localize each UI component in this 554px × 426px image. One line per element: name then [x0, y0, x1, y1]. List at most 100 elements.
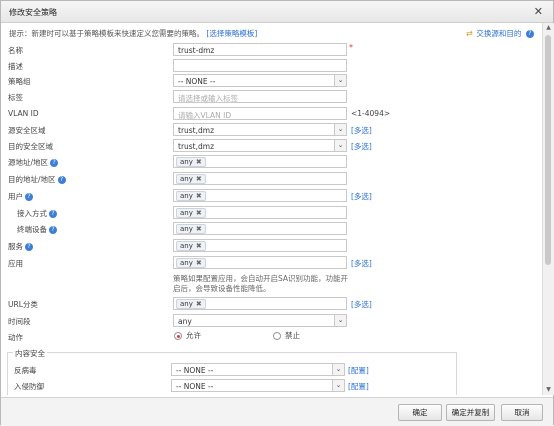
- terminal-label-text: 终端设备: [17, 225, 47, 234]
- vertical-scrollbar[interactable]: ▲ ▼: [542, 23, 554, 395]
- tag-label: 标签: [8, 93, 23, 102]
- antivirus-select[interactable]: -- NONE -- ⌄: [171, 363, 345, 376]
- chevron-down-icon[interactable]: ⌄: [334, 75, 346, 86]
- action-label: 动作: [8, 333, 23, 342]
- row-src-zone: 源安全区域 trust,dmz ⌄ [多选]: [1, 123, 542, 138]
- help-icon[interactable]: ?: [50, 159, 59, 167]
- radio-selected-icon: [174, 331, 182, 340]
- required-mark: *: [349, 43, 353, 52]
- service-tag: any ✖: [176, 241, 206, 251]
- app-note: 策略如果配置应用，会自动开启SA识别功能，功能开启后，会导致设备性能降低。: [173, 274, 349, 293]
- ok-button[interactable]: 确定: [398, 404, 442, 421]
- help-icon[interactable]: ?: [57, 176, 66, 184]
- name-input[interactable]: trust-dmz: [173, 43, 347, 56]
- user-tag-text: any: [180, 192, 193, 200]
- chevron-down-icon[interactable]: ⌄: [334, 140, 346, 151]
- service-input[interactable]: any ✖: [173, 239, 347, 252]
- scroll-down-icon[interactable]: ▼: [543, 385, 554, 395]
- service-tag-text: any: [180, 242, 193, 250]
- url-tag: any ✖: [176, 299, 206, 309]
- app-input[interactable]: any ✖: [173, 256, 347, 269]
- user-input[interactable]: any ✖: [173, 189, 347, 202]
- select-template-link[interactable]: [选择策略模板]: [206, 29, 257, 38]
- access-tag-text: any: [180, 209, 193, 217]
- url-input[interactable]: any ✖: [173, 297, 347, 310]
- src-addr-tag-text: any: [180, 158, 193, 166]
- src-zone-multi-link[interactable]: [多选]: [351, 125, 372, 136]
- vlan-label: VLAN ID: [8, 109, 39, 118]
- row-time: 时间段 any ⌄: [1, 314, 542, 329]
- description-input[interactable]: [173, 59, 347, 72]
- remove-tag-icon[interactable]: ✖: [196, 259, 202, 267]
- row-tag: 标签 请选择或输入标签: [1, 90, 542, 105]
- remove-tag-icon[interactable]: ✖: [196, 225, 202, 233]
- time-select[interactable]: any ⌄: [173, 314, 347, 327]
- help-icon[interactable]: ?: [49, 210, 57, 218]
- chevron-down-icon[interactable]: ⌄: [334, 315, 346, 326]
- help-icon[interactable]: ?: [49, 226, 57, 234]
- help-icon[interactable]: ?: [525, 30, 534, 38]
- row-dst-addr: 目的地址/地区? any ✖: [1, 172, 542, 187]
- dst-addr-tag: any ✖: [176, 174, 206, 184]
- policy-group-select[interactable]: -- NONE -- ⌄: [173, 74, 347, 87]
- chevron-down-icon[interactable]: ⌄: [334, 124, 346, 135]
- chevron-down-icon[interactable]: ⌄: [332, 364, 344, 375]
- ips-config-link[interactable]: [配置]: [348, 381, 369, 392]
- ips-label: 入侵防御: [14, 382, 44, 391]
- dialog-titlebar: 修改安全策略 ✕: [1, 1, 553, 23]
- src-addr-label-text: 源地址/地区: [8, 158, 49, 167]
- scroll-up-icon[interactable]: ▲: [543, 23, 554, 33]
- antivirus-config-link[interactable]: [配置]: [348, 365, 369, 376]
- user-multi-link[interactable]: [多选]: [351, 191, 372, 202]
- remove-tag-icon[interactable]: ✖: [196, 300, 202, 308]
- dialog-footer: 确定 确定并复制 取消: [1, 397, 553, 426]
- row-user: 用户? any ✖ [多选]: [1, 189, 542, 204]
- action-deny-radio[interactable]: 禁止: [273, 330, 300, 341]
- tag-input[interactable]: 请选择或输入标签: [173, 90, 347, 103]
- hint-text: 提示：新建时可以基于策略模板来快速定义您需要的策略。 [选择策略模板]: [9, 28, 257, 39]
- ips-value: -- NONE --: [176, 382, 214, 391]
- help-icon[interactable]: ?: [25, 193, 33, 201]
- terminal-tag: any ✖: [176, 224, 206, 234]
- dst-zone-multi-link[interactable]: [多选]: [351, 141, 372, 152]
- access-tag: any ✖: [176, 208, 206, 218]
- url-multi-link[interactable]: [多选]: [351, 299, 372, 310]
- time-label: 时间段: [8, 317, 31, 326]
- user-tag: any ✖: [176, 191, 206, 201]
- ips-select[interactable]: -- NONE -- ⌄: [171, 379, 345, 392]
- access-input[interactable]: any ✖: [173, 206, 347, 219]
- dst-zone-select[interactable]: trust,dmz ⌄: [173, 139, 347, 152]
- cancel-button[interactable]: 取消: [501, 404, 543, 421]
- dst-addr-label: 目的地址/地区?: [8, 174, 66, 185]
- remove-tag-icon[interactable]: ✖: [196, 175, 202, 183]
- swap-src-dst-link[interactable]: ⇄ 交换源和目的 ?: [466, 28, 534, 39]
- app-multi-link[interactable]: [多选]: [351, 258, 372, 269]
- row-service: 服务? any ✖: [1, 239, 542, 254]
- remove-tag-icon[interactable]: ✖: [196, 158, 202, 166]
- ok-and-copy-button[interactable]: 确定并复制: [446, 404, 495, 421]
- row-description: 描述: [1, 59, 542, 74]
- chevron-down-icon[interactable]: ⌄: [332, 380, 344, 391]
- src-addr-input[interactable]: any ✖: [173, 155, 347, 168]
- row-access: 接入方式? any ✖: [1, 206, 542, 221]
- remove-tag-icon[interactable]: ✖: [196, 209, 202, 217]
- row-ips: 入侵防御 -- NONE -- ⌄ [配置]: [1, 379, 542, 394]
- remove-tag-icon[interactable]: ✖: [196, 192, 202, 200]
- help-icon[interactable]: ?: [25, 243, 33, 251]
- terminal-tag-text: any: [180, 225, 193, 233]
- app-tag: any ✖: [176, 258, 206, 268]
- src-zone-select[interactable]: trust,dmz ⌄: [173, 123, 347, 136]
- action-deny-label: 禁止: [285, 331, 300, 340]
- scroll-thumb[interactable]: [545, 35, 551, 265]
- remove-tag-icon[interactable]: ✖: [196, 242, 202, 250]
- user-label: 用户?: [8, 191, 33, 202]
- terminal-input[interactable]: any ✖: [173, 222, 347, 235]
- swap-label: 交换源和目的: [476, 29, 522, 38]
- dst-addr-input[interactable]: any ✖: [173, 172, 347, 185]
- vlan-input[interactable]: 请输入VLAN ID: [173, 107, 347, 120]
- description-label: 描述: [8, 62, 23, 71]
- close-icon[interactable]: ✕: [534, 5, 543, 18]
- dialog-title: 修改安全策略: [9, 8, 57, 17]
- dst-zone-value: trust,dmz: [178, 142, 215, 151]
- action-allow-radio[interactable]: 允许: [174, 330, 201, 341]
